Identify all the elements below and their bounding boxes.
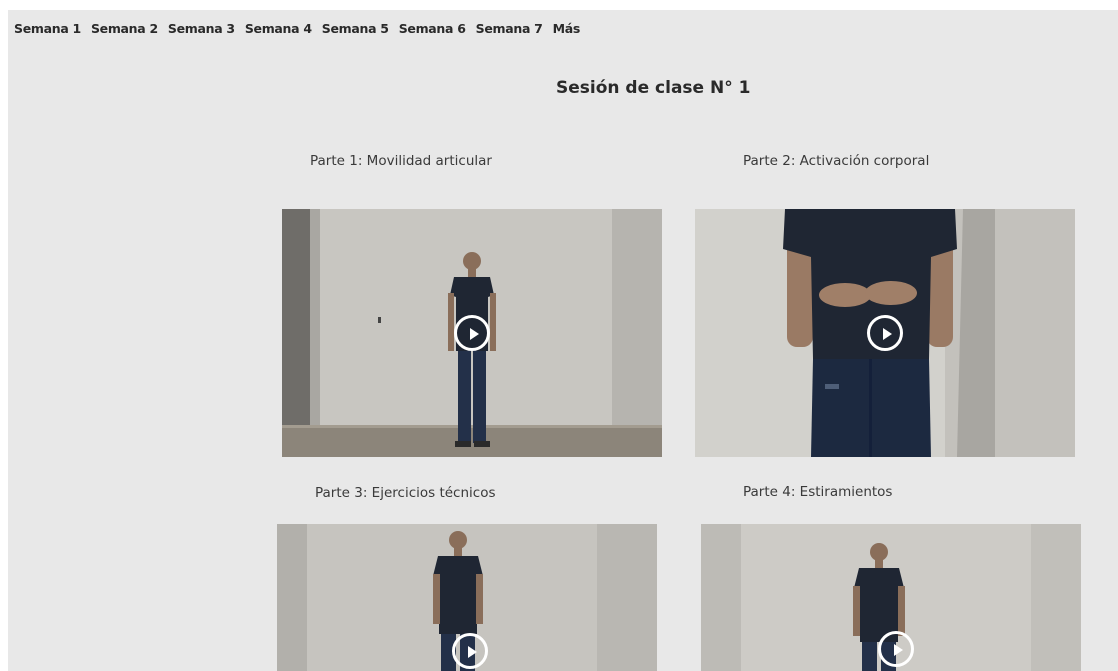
- week-nav: Semana 1 Semana 2 Semana 3 Semana 4 Sema…: [14, 21, 590, 36]
- nav-item-semana-5[interactable]: Semana 5: [322, 21, 389, 36]
- video-part-4[interactable]: [701, 524, 1081, 671]
- part-4-title: Parte 4: Estiramientos: [743, 484, 893, 500]
- play-icon[interactable]: [454, 315, 490, 351]
- nav-item-semana-6[interactable]: Semana 6: [399, 21, 466, 36]
- video-part-2[interactable]: [695, 209, 1075, 457]
- nav-item-semana-4[interactable]: Semana 4: [245, 21, 312, 36]
- play-icon[interactable]: [878, 631, 914, 667]
- play-icon[interactable]: [452, 633, 488, 669]
- nav-item-semana-1[interactable]: Semana 1: [14, 21, 81, 36]
- part-1-title: Parte 1: Movilidad articular: [310, 153, 492, 169]
- nav-item-semana-3[interactable]: Semana 3: [168, 21, 235, 36]
- play-icon[interactable]: [867, 315, 903, 351]
- part-2-title: Parte 2: Activación corporal: [743, 153, 930, 169]
- page-frame: Semana 1 Semana 2 Semana 3 Semana 4 Sema…: [8, 10, 1118, 671]
- video-part-3[interactable]: [277, 524, 657, 671]
- part-3-title: Parte 3: Ejercicios técnicos: [315, 485, 496, 501]
- nav-item-semana-2[interactable]: Semana 2: [91, 21, 158, 36]
- nav-item-mas[interactable]: Más: [553, 21, 581, 36]
- video-part-1[interactable]: [282, 209, 662, 457]
- session-title: Sesión de clase N° 1: [556, 78, 751, 98]
- nav-item-semana-7[interactable]: Semana 7: [476, 21, 543, 36]
